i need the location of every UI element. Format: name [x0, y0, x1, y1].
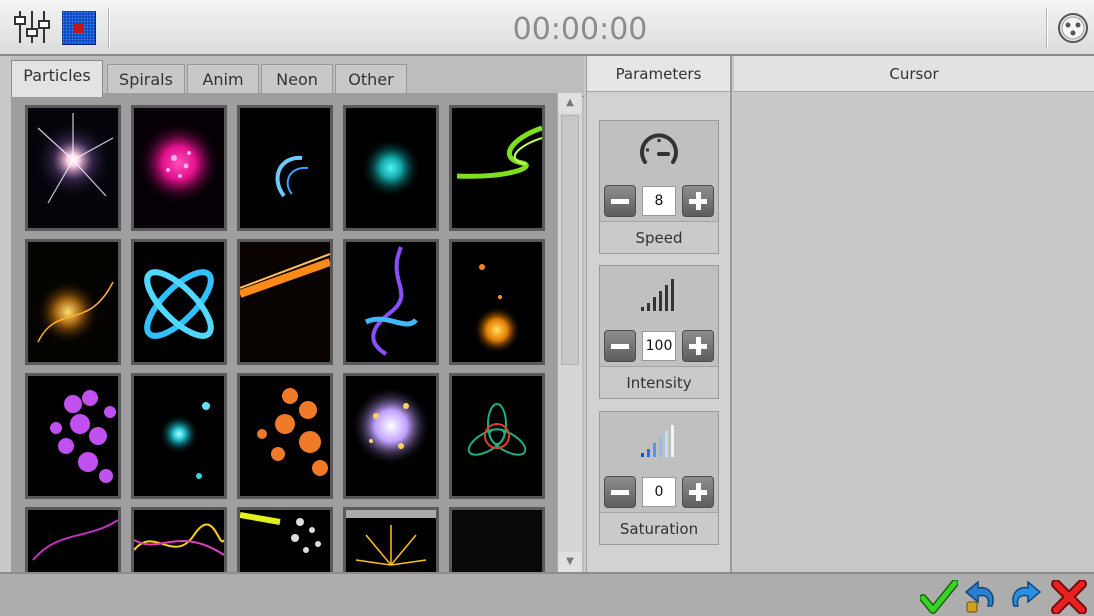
dmx-connector-icon[interactable]	[1057, 12, 1089, 44]
increase-button[interactable]	[682, 476, 714, 508]
tab-spirals[interactable]: Spirals	[107, 64, 185, 96]
tab-other[interactable]: Other	[335, 64, 407, 96]
effect-thumbnail[interactable]	[131, 105, 227, 231]
effect-thumbnail[interactable]	[131, 373, 227, 499]
tab-neon[interactable]: Neon	[261, 64, 333, 96]
scroll-thumb[interactable]	[561, 115, 579, 365]
toolbar-separator	[108, 8, 110, 48]
saturation-control: 0 Saturation	[599, 411, 719, 545]
timer-display: 00:00:00	[512, 12, 648, 47]
sliders-icon[interactable]	[12, 9, 52, 45]
effect-thumbnail[interactable]	[25, 507, 121, 572]
effect-thumbnail[interactable]	[25, 239, 121, 365]
cursor-panel[interactable]: Cursor	[734, 56, 1094, 572]
toolbar-separator	[1046, 8, 1048, 48]
effect-thumbnail[interactable]	[237, 507, 333, 572]
decrease-button[interactable]	[604, 330, 636, 362]
effect-thumbnail[interactable]	[343, 507, 439, 572]
grid-scrollbar[interactable]: ▲ ▼	[557, 93, 582, 572]
effect-thumbnail[interactable]	[25, 105, 121, 231]
saturation-stepper: 0	[604, 476, 714, 508]
redo-icon[interactable]	[1006, 580, 1044, 614]
effects-tabs: Particles Spirals Anim Neon Other	[11, 60, 584, 97]
effect-thumbnail[interactable]	[131, 507, 227, 572]
increase-button[interactable]	[682, 330, 714, 362]
scroll-down-icon[interactable]: ▼	[558, 552, 582, 572]
saturation-label: Saturation	[600, 512, 718, 544]
scroll-up-icon[interactable]: ▲	[558, 93, 582, 113]
effects-panel: Particles Spirals Anim Neon Other ▲ ▼	[11, 56, 584, 572]
intensity-value[interactable]: 100	[642, 331, 676, 361]
bottom-toolbar	[0, 572, 1094, 616]
saturation-value[interactable]: 0	[642, 477, 676, 507]
undo-icon[interactable]	[962, 580, 1000, 614]
effect-thumbnail[interactable]	[237, 373, 333, 499]
signal-bars-icon	[600, 266, 718, 324]
effect-thumbnail[interactable]	[449, 239, 545, 365]
speed-value[interactable]: 8	[642, 186, 676, 216]
parameters-header: Parameters	[587, 56, 730, 92]
increase-button[interactable]	[682, 185, 714, 217]
speedometer-icon	[600, 121, 718, 179]
effect-thumbnail[interactable]	[237, 239, 333, 365]
effect-thumbnail[interactable]	[237, 105, 333, 231]
intensity-label: Intensity	[600, 366, 718, 398]
effects-grid	[11, 93, 557, 572]
cursor-header: Cursor	[734, 56, 1094, 92]
effect-thumbnail[interactable]	[343, 373, 439, 499]
effect-thumbnail[interactable]	[449, 105, 545, 231]
cancel-x-icon[interactable]	[1050, 579, 1088, 615]
effect-thumbnail[interactable]	[25, 373, 121, 499]
tab-particles[interactable]: Particles	[11, 60, 103, 97]
speed-label: Speed	[600, 221, 718, 253]
effect-thumbnail[interactable]	[449, 507, 545, 572]
decrease-button[interactable]	[604, 476, 636, 508]
decrease-button[interactable]	[604, 185, 636, 217]
parameters-panel: Parameters 8 Speed 100 Intensity 0 Satur…	[586, 56, 732, 572]
color-bars-icon	[600, 412, 718, 470]
speed-control: 8 Speed	[599, 120, 719, 254]
tab-anim[interactable]: Anim	[187, 64, 259, 96]
effect-thumbnail[interactable]	[343, 239, 439, 365]
led-matrix-icon[interactable]	[61, 10, 97, 46]
intensity-stepper: 100	[604, 330, 714, 362]
speed-stepper: 8	[604, 185, 714, 217]
effect-thumbnail[interactable]	[131, 239, 227, 365]
effect-thumbnail[interactable]	[449, 373, 545, 499]
effect-thumbnail[interactable]	[343, 105, 439, 231]
top-toolbar: 00:00:00	[0, 0, 1094, 56]
confirm-check-icon[interactable]	[919, 579, 959, 614]
intensity-control: 100 Intensity	[599, 265, 719, 399]
